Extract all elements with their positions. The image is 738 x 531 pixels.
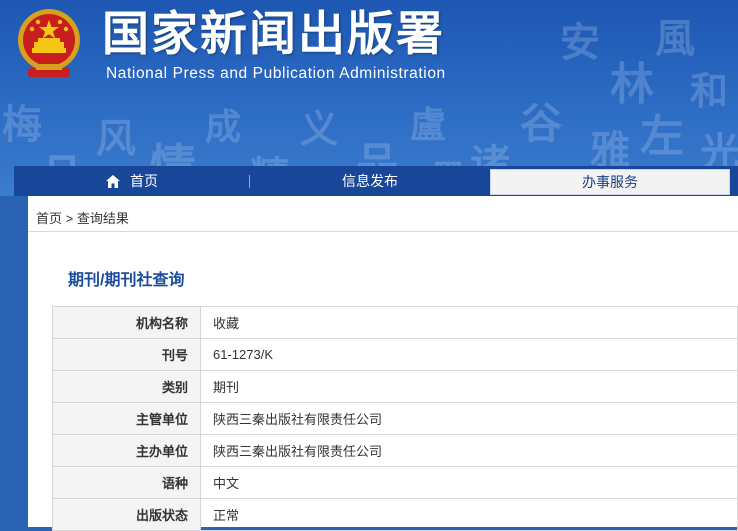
breadcrumb-separator: > bbox=[65, 211, 74, 226]
field-value: 陕西三秦出版社有限责任公司 bbox=[200, 402, 738, 435]
field-value: 陕西三秦出版社有限责任公司 bbox=[200, 434, 738, 467]
calligraphy-char: 梅 bbox=[2, 101, 42, 148]
table-row: 语种 中文 bbox=[52, 466, 738, 499]
field-value: 61-1273/K bbox=[200, 338, 738, 371]
field-label: 语种 bbox=[52, 466, 201, 499]
field-label: 类别 bbox=[52, 370, 201, 403]
main-content: 首页 > 查询结果 期刊/期刊社查询 机构名称 收藏 刊号 61-1273/K 类别 期刊… bbox=[28, 196, 738, 531]
home-icon bbox=[106, 174, 120, 188]
nav-item-label: 信息发布 bbox=[342, 173, 398, 189]
calligraphy-char: 成 bbox=[205, 106, 242, 148]
table-row: 类别 期刊 bbox=[52, 370, 738, 403]
field-label: 主办单位 bbox=[52, 434, 201, 467]
nav-item-services[interactable]: 办事服务 bbox=[490, 169, 730, 195]
calligraphy-char: 谷 bbox=[520, 99, 563, 148]
result-table: 机构名称 收藏 刊号 61-1273/K 类别 期刊 主管单位 陕西三秦出版社有限责任公司 主办… bbox=[52, 306, 738, 531]
calligraphy-char: 風 bbox=[655, 15, 695, 62]
calligraphy-char: 盧 bbox=[410, 104, 447, 146]
breadcrumb: 首页 > 查询结果 bbox=[36, 208, 129, 227]
field-value: 中文 bbox=[200, 466, 738, 499]
site-title-en: National Press and Publication Administr… bbox=[106, 65, 446, 82]
calligraphy-char: 义 bbox=[300, 106, 339, 151]
nav-item-label: 首页 bbox=[130, 173, 158, 189]
national-emblem-icon bbox=[18, 9, 80, 77]
field-label: 机构名称 bbox=[52, 306, 201, 339]
nav-item-home[interactable]: 首页 bbox=[14, 166, 250, 196]
field-label: 出版状态 bbox=[52, 498, 201, 531]
field-value: 正常 bbox=[200, 498, 738, 531]
calligraphy-char: 左 bbox=[640, 111, 684, 162]
calligraphy-char: 和 bbox=[690, 68, 729, 113]
field-label: 刊号 bbox=[52, 338, 201, 371]
table-row: 机构名称 收藏 bbox=[52, 306, 738, 339]
field-value: 收藏 bbox=[200, 306, 738, 339]
section-title: 期刊/期刊社查询 bbox=[68, 272, 185, 289]
table-row: 出版状态 正常 bbox=[52, 498, 738, 531]
breadcrumb-home-link[interactable]: 首页 bbox=[36, 211, 62, 226]
calligraphy-char: 安 bbox=[560, 19, 600, 66]
table-row: 主管单位 陕西三秦出版社有限责任公司 bbox=[52, 402, 738, 435]
nav-item-label: 办事服务 bbox=[582, 174, 638, 190]
nav-item-news[interactable]: 信息发布 bbox=[250, 166, 490, 196]
table-row: 刊号 61-1273/K bbox=[52, 338, 738, 371]
field-value: 期刊 bbox=[200, 370, 738, 403]
divider bbox=[28, 231, 738, 232]
site-title-cn: 国家新闻出版署 bbox=[102, 7, 445, 62]
main-nav: 首页 信息发布 办事服务 bbox=[14, 166, 738, 196]
field-label: 主管单位 bbox=[52, 402, 201, 435]
table-row: 主办单位 陕西三秦出版社有限责任公司 bbox=[52, 434, 738, 467]
breadcrumb-current: 查询结果 bbox=[76, 211, 129, 226]
